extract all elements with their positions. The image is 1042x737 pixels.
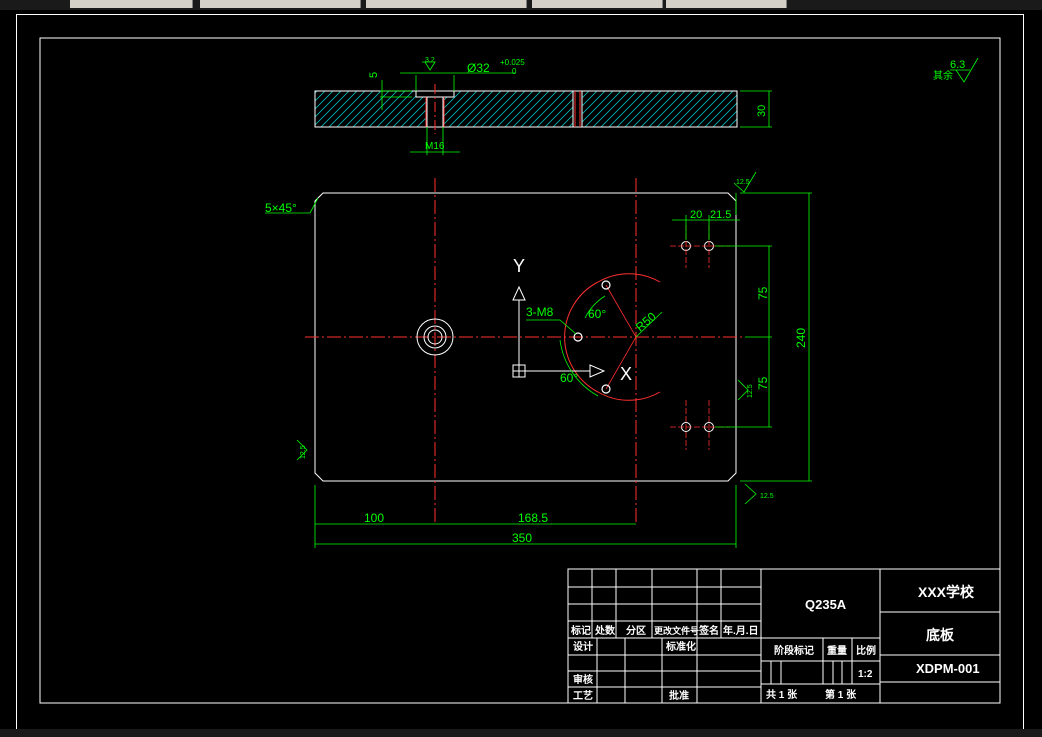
- ucs-y-label: Y: [513, 256, 525, 276]
- sheet-number: 第 1 张: [825, 688, 857, 701]
- dim-bore-tol-lower: 0: [512, 67, 517, 76]
- standardize-label: 标准化: [665, 640, 696, 653]
- roughness-symbol: 12.5: [744, 483, 774, 505]
- rev-header: 分区: [626, 624, 646, 637]
- svg-text:12.5: 12.5: [736, 179, 750, 186]
- dim-thread: M16: [425, 141, 445, 152]
- sheet-count: 共 1 张: [766, 688, 798, 701]
- rev-header: 签名: [698, 624, 719, 637]
- section-plate: [314, 90, 738, 128]
- angle-top: 60°: [588, 307, 606, 321]
- rev-header: 年.月.日: [723, 624, 759, 637]
- dim-half-bottom: 75: [756, 376, 770, 390]
- rev-header: 标记: [570, 624, 591, 637]
- ucs-x-label: X: [620, 364, 632, 384]
- angle-bottom: 60°: [560, 371, 578, 385]
- dim-pitch-b: 21.5: [710, 209, 731, 221]
- svg-text:12.5: 12.5: [747, 384, 754, 398]
- status-bar: [0, 729, 1042, 737]
- scale-value: 1:2: [858, 669, 873, 680]
- part-name: 底板: [926, 627, 955, 643]
- svg-text:其余: 其余: [933, 69, 953, 82]
- scale-label: 比例: [856, 644, 876, 657]
- holes-label: 3-M8: [526, 305, 554, 319]
- radial-line: [605, 284, 637, 338]
- plan-view: Y X 3-M8 60° 60° R50 5×45° 12.5 12.5 12.…: [265, 171, 812, 548]
- role-review: 审核: [573, 673, 593, 686]
- dim-bore-tol-upper: +0.025: [500, 58, 525, 67]
- dim-bore: Ø32: [467, 61, 490, 75]
- svg-text:12.5: 12.5: [760, 493, 774, 500]
- dim-thickness: 30: [756, 105, 768, 117]
- section-view: 5 3.2 Ø32 +0.025 0 30 M16: [314, 57, 772, 155]
- dim-offset-left: 100: [364, 511, 384, 525]
- dim-half-top: 75: [756, 286, 770, 300]
- svg-text:12.5: 12.5: [300, 445, 307, 459]
- role-design: 设计: [573, 640, 593, 653]
- pin-hole-section: [572, 90, 583, 128]
- dim-width: 350: [512, 531, 532, 545]
- approve-label: 批准: [669, 689, 689, 702]
- material-label: Q235A: [805, 597, 847, 612]
- dim-chamfer: 5×45°: [265, 201, 297, 215]
- weight-label: 重量: [827, 644, 847, 657]
- role-process: 工艺: [573, 689, 593, 702]
- general-roughness-note: 6.3 其余: [933, 57, 979, 83]
- stage-label: 阶段标记: [774, 644, 814, 657]
- drawing-number: XDPM-001: [916, 661, 980, 676]
- dim-radius: R50: [633, 309, 659, 334]
- roughness-symbol: 12.5: [296, 439, 308, 461]
- rev-header: 处数: [594, 624, 616, 637]
- dim-height: 240: [794, 328, 808, 348]
- dim-depth: 5: [368, 72, 380, 78]
- dim-offset-center: 168.5: [518, 511, 548, 525]
- roughness-symbol: 12.5: [733, 171, 757, 193]
- svg-text:6.3: 6.3: [950, 59, 965, 71]
- rev-header: 更改文件号: [654, 625, 699, 636]
- cad-drawing-canvas[interactable]: 5 3.2 Ø32 +0.025 0 30 M16 Y X 3-M8 60° 6…: [0, 0, 1042, 737]
- dim-pitch-a: 20: [690, 209, 702, 221]
- roughness-symbol: 12.5: [737, 379, 754, 401]
- roughness-bore: 3.2: [425, 57, 435, 64]
- school-name: XXX学校: [918, 584, 975, 600]
